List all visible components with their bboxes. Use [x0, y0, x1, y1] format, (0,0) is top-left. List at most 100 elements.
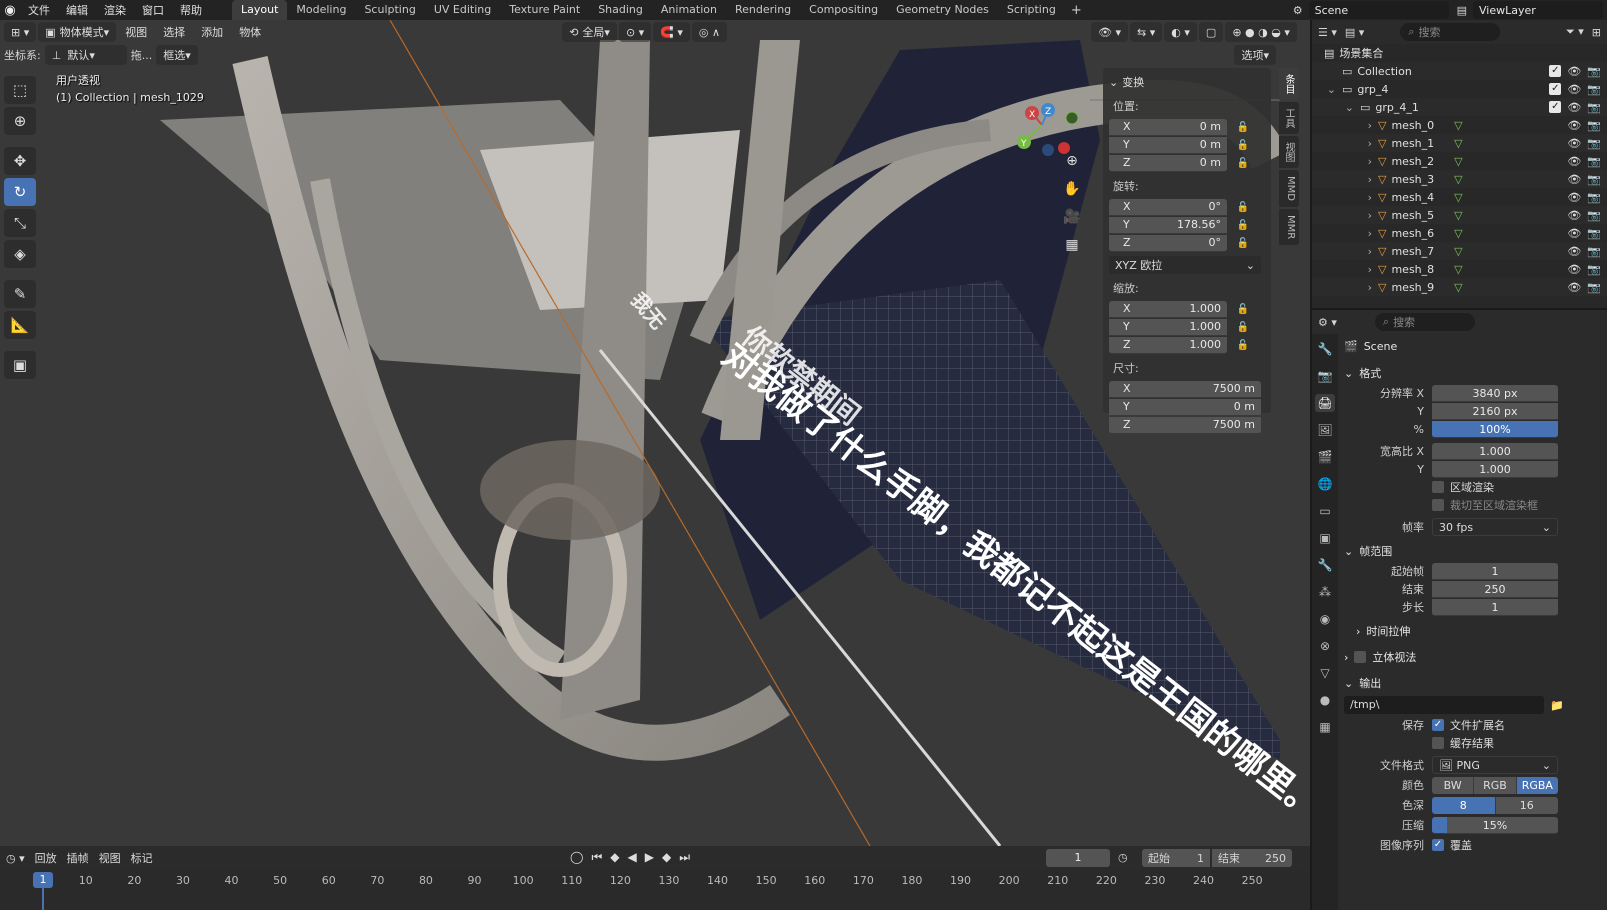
outliner-row[interactable]: › ▽ mesh_2 ▽ 👁 📷: [1312, 152, 1607, 170]
tab-view[interactable]: 视图: [1279, 136, 1299, 168]
clock-icon[interactable]: ◷: [1118, 851, 1128, 864]
options-dropdown[interactable]: 选项 ▾: [1234, 45, 1276, 65]
camera-icon[interactable]: 📷: [1587, 155, 1601, 168]
outliner-row[interactable]: › ▽ mesh_5 ▽ 👁 📷: [1312, 206, 1607, 224]
current-frame-field[interactable]: 1: [1046, 849, 1110, 867]
chevron-icon[interactable]: ›: [1312, 173, 1376, 186]
color-rgba-button[interactable]: RGBA: [1516, 776, 1558, 794]
crop-checkbox[interactable]: 裁切至区域渲染框: [1432, 496, 1538, 514]
camera-icon[interactable]: 📷: [1587, 245, 1601, 258]
color-rgb-button[interactable]: RGB: [1474, 776, 1517, 794]
play-icon[interactable]: ▶: [645, 850, 654, 865]
tab-animation[interactable]: Animation: [652, 0, 726, 20]
drag-label[interactable]: 拖...: [131, 47, 153, 63]
texture-tab-icon[interactable]: ▦: [1315, 718, 1335, 736]
eye-icon[interactable]: 👁: [1567, 281, 1581, 294]
overlay-toggle[interactable]: ◐ ▾: [1164, 22, 1197, 42]
menu-add[interactable]: 添加: [194, 22, 230, 42]
xray-toggle[interactable]: ▢: [1198, 22, 1224, 42]
fps-dropdown[interactable]: 30 fps ⌄: [1432, 518, 1558, 536]
mode-dropdown[interactable]: ▣ 物体模式 ▾: [38, 22, 117, 42]
dimensions-x-field[interactable]: X 7500 m: [1109, 380, 1261, 398]
render-tab-icon[interactable]: 📷: [1315, 367, 1335, 385]
timeline-ruler[interactable]: 1102030405060708090100110120130140150160…: [0, 870, 1310, 910]
outliner-row[interactable]: › ▽ mesh_0 ▽ 👁 📷: [1312, 116, 1607, 134]
tab-sculpting[interactable]: Sculpting: [355, 0, 424, 20]
tab-mmr[interactable]: MMR: [1279, 208, 1299, 246]
cache-checkbox[interactable]: 缓存结果: [1432, 734, 1494, 752]
menu-select[interactable]: 选择: [156, 22, 192, 42]
properties-editor-icon[interactable]: ⚙ ▾: [1318, 316, 1337, 329]
mesh-data-icon[interactable]: ▽: [1454, 173, 1462, 186]
outliner-row[interactable]: › ▽ mesh_6 ▽ 👁 📷: [1312, 224, 1607, 242]
timeline-editor-icon[interactable]: ◷ ▾: [6, 852, 25, 865]
shading-modes[interactable]: ⊕ ● ◑ ◒ ▾: [1225, 22, 1297, 42]
mesh-data-icon[interactable]: ▽: [1454, 281, 1462, 294]
depth-16-button[interactable]: 16: [1495, 796, 1558, 814]
res-y-field[interactable]: 2160 px: [1432, 402, 1558, 420]
select-box-tool-icon[interactable]: ⬚: [4, 76, 36, 104]
chevron-icon[interactable]: ›: [1312, 227, 1376, 240]
editor-type-button[interactable]: ⊞ ▾: [4, 22, 37, 42]
annotate-tool-icon[interactable]: ✎: [4, 280, 36, 308]
chevron-icon[interactable]: ⌄: [1312, 101, 1358, 114]
color-bw-button[interactable]: BW: [1432, 776, 1475, 794]
filter-icon[interactable]: ⏷ ▾: [1566, 25, 1584, 39]
output-section-header[interactable]: ⌄ 输出: [1340, 672, 1607, 694]
navigation-gizmo-icon[interactable]: X Z Y: [1012, 80, 1092, 160]
chevron-icon[interactable]: ›: [1312, 155, 1376, 168]
compression-slider[interactable]: 15%: [1432, 816, 1558, 834]
camera-icon[interactable]: 📷: [1587, 281, 1601, 294]
menu-playback[interactable]: 回放: [35, 850, 57, 866]
cursor-tool-icon[interactable]: ⊕: [4, 107, 36, 135]
particles-tab-icon[interactable]: ⁂: [1315, 583, 1335, 601]
outliner-row[interactable]: ▤ 场景集合: [1312, 44, 1607, 62]
eye-icon[interactable]: 👁: [1567, 245, 1581, 258]
lock-icon[interactable]: 🔓: [1233, 322, 1253, 333]
record-icon[interactable]: ◯: [570, 850, 583, 865]
world-tab-icon[interactable]: 🌐: [1315, 475, 1335, 493]
lock-icon[interactable]: 🔓: [1233, 220, 1253, 231]
pan-hand-icon[interactable]: ✋: [1060, 178, 1084, 200]
camera-icon[interactable]: 📷: [1587, 191, 1601, 204]
checkbox-box[interactable]: [1354, 651, 1367, 663]
select-mode-dropdown[interactable]: 框选 ▾: [156, 45, 198, 65]
object-tab-icon[interactable]: ▣: [1315, 529, 1335, 547]
outliner-row[interactable]: › ▽ mesh_7 ▽ 👁 📷: [1312, 242, 1607, 260]
mesh-data-icon[interactable]: ▽: [1454, 119, 1462, 132]
tab-mmd[interactable]: MMD: [1279, 170, 1299, 207]
scene-icon[interactable]: ⚙: [1293, 4, 1303, 17]
camera-icon[interactable]: 📷: [1587, 65, 1601, 78]
indent[interactable]: ⌄: [1312, 83, 1340, 96]
mesh-data-icon[interactable]: ▽: [1454, 209, 1462, 222]
outliner-editor-icon[interactable]: ☰ ▾: [1318, 26, 1337, 39]
folder-icon[interactable]: 📁: [1550, 699, 1564, 712]
data-tab-icon[interactable]: ▽: [1315, 664, 1335, 682]
chevron-icon[interactable]: ›: [1312, 263, 1376, 276]
move-tool-icon[interactable]: ✥: [4, 147, 36, 175]
scale-x-field[interactable]: X 1.000: [1109, 300, 1227, 318]
modifier-tab-icon[interactable]: 🔧: [1315, 556, 1335, 574]
outliner-search-input[interactable]: ⌕ 搜索: [1400, 23, 1501, 41]
output-tab-icon[interactable]: 🖨: [1315, 394, 1335, 412]
eye-icon[interactable]: 👁: [1567, 137, 1581, 150]
material-tab-icon[interactable]: ●: [1315, 691, 1335, 709]
proportional-edit-toggle[interactable]: ◎ ∧: [691, 22, 728, 42]
mesh-data-icon[interactable]: ▽: [1454, 263, 1462, 276]
prev-keyframe-icon[interactable]: ◆: [610, 850, 619, 865]
exclude-checkbox[interactable]: ✓: [1549, 64, 1562, 77]
camera-icon[interactable]: 📷: [1587, 173, 1601, 186]
camera-icon[interactable]: 📷: [1587, 101, 1601, 114]
physics-tab-icon[interactable]: ◉: [1315, 610, 1335, 628]
frame-end-field[interactable]: 250: [1432, 580, 1558, 598]
outliner-row[interactable]: ⌄ ▭ grp_4 ✓ 👁 📷: [1312, 80, 1607, 98]
camera-icon[interactable]: 🎥: [1060, 206, 1084, 228]
lock-icon[interactable]: 🔓: [1233, 122, 1253, 133]
view-layer-tab-icon[interactable]: 🖼: [1315, 421, 1335, 439]
outliner-row[interactable]: › ▽ mesh_8 ▽ 👁 📷: [1312, 260, 1607, 278]
mesh-data-icon[interactable]: ▽: [1454, 155, 1462, 168]
lock-icon[interactable]: 🔓: [1233, 202, 1253, 213]
coord-dropdown[interactable]: ⊥ 默认 ▾: [44, 45, 127, 65]
region-render-checkbox[interactable]: 区域渲染: [1432, 478, 1494, 496]
mesh-data-icon[interactable]: ▽: [1454, 227, 1462, 240]
